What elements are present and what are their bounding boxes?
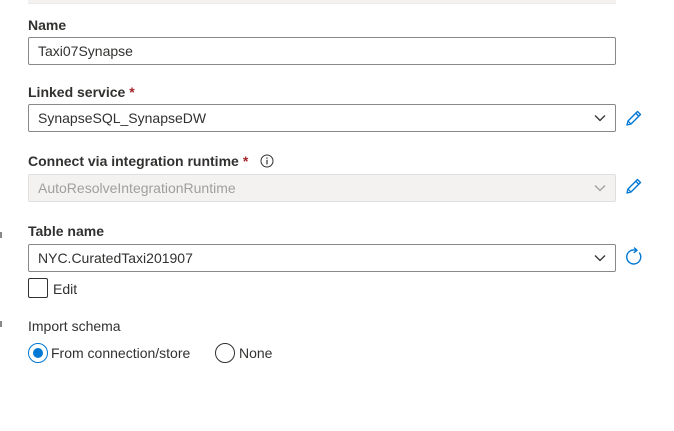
import-schema-label: Import schema — [28, 318, 121, 334]
top-divider — [28, 0, 616, 4]
radio-none-label[interactable]: None — [239, 344, 272, 362]
table-name-label: Table name — [28, 223, 104, 239]
required-asterisk: * — [242, 153, 249, 169]
info-icon[interactable] — [260, 154, 274, 168]
integration-runtime-label-text: Connect via integration runtime — [28, 153, 239, 169]
linked-service-label: Linked service * — [28, 83, 135, 101]
edit-checkbox-label[interactable]: Edit — [53, 280, 77, 298]
integration-runtime-dropdown[interactable]: AutoResolveIntegrationRuntime — [28, 174, 616, 202]
left-edge-marker — [0, 232, 2, 238]
pencil-edit-icon[interactable] — [624, 176, 644, 196]
name-label: Name — [28, 17, 67, 33]
chevron-down-icon — [594, 115, 606, 122]
name-input-value: Taxi07Synapse — [38, 43, 133, 59]
linked-service-label-text: Linked service — [28, 84, 126, 100]
linked-service-dropdown[interactable]: SynapseSQL_SynapseDW — [28, 104, 616, 132]
name-input[interactable]: Taxi07Synapse — [28, 37, 616, 65]
pencil-edit-icon[interactable] — [624, 108, 644, 128]
required-asterisk: * — [129, 84, 135, 100]
table-name-dropdown[interactable]: NYC.CuratedTaxi201907 — [28, 244, 616, 272]
left-edge-marker — [0, 321, 2, 327]
chevron-down-icon — [594, 255, 606, 262]
linked-service-value: SynapseSQL_SynapseDW — [38, 110, 207, 126]
integration-runtime-value: AutoResolveIntegrationRuntime — [38, 180, 236, 196]
radio-from-connection-store-label[interactable]: From connection/store — [51, 344, 190, 362]
table-name-value: NYC.CuratedTaxi201907 — [38, 250, 193, 266]
radio-from-connection-store[interactable] — [28, 343, 48, 363]
refresh-icon[interactable] — [624, 247, 644, 267]
integration-runtime-label: Connect via integration runtime * — [28, 152, 274, 170]
radio-none[interactable] — [215, 343, 235, 363]
edit-checkbox[interactable] — [28, 278, 48, 298]
dataset-properties-panel: Name Taxi07Synapse Linked service * Synap… — [0, 0, 674, 431]
chevron-down-icon — [594, 185, 606, 192]
